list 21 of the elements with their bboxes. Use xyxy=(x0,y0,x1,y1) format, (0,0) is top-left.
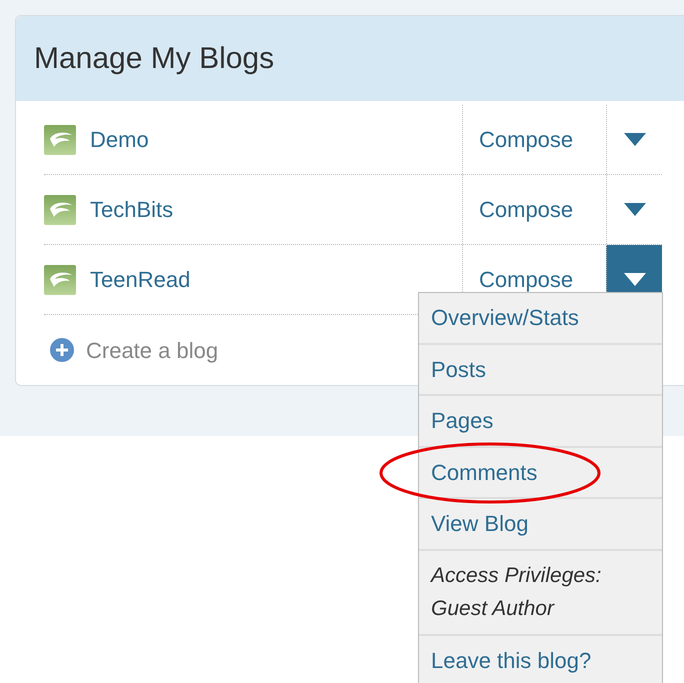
menu-item[interactable]: View Blog xyxy=(419,499,662,550)
blog-icon xyxy=(44,264,76,294)
caret-icon xyxy=(624,273,646,286)
blog-icon xyxy=(44,194,76,224)
create-blog-link[interactable]: Create a blog xyxy=(86,334,218,366)
blog-link[interactable]: Demo xyxy=(90,123,149,156)
menu-item[interactable]: Pages xyxy=(419,396,662,448)
menu-item[interactable]: Leave this blog? xyxy=(419,636,662,683)
menu-item[interactable]: Overview/Stats xyxy=(419,293,662,344)
compose-link[interactable]: Compose xyxy=(462,175,606,244)
caret-icon xyxy=(624,133,646,146)
panel-title: Manage My Blogs xyxy=(16,16,684,101)
compose-link[interactable]: Compose xyxy=(462,105,606,174)
blog-icon xyxy=(44,124,76,154)
caret-icon xyxy=(624,203,646,216)
blog-link[interactable]: TeenRead xyxy=(90,263,190,296)
menu-item[interactable]: Comments xyxy=(419,448,662,499)
access-note: Access Privileges: Guest Author xyxy=(419,550,662,636)
menu-item[interactable]: Posts xyxy=(419,344,662,396)
blog-link[interactable]: TechBits xyxy=(90,193,174,226)
plus-icon xyxy=(50,338,74,362)
